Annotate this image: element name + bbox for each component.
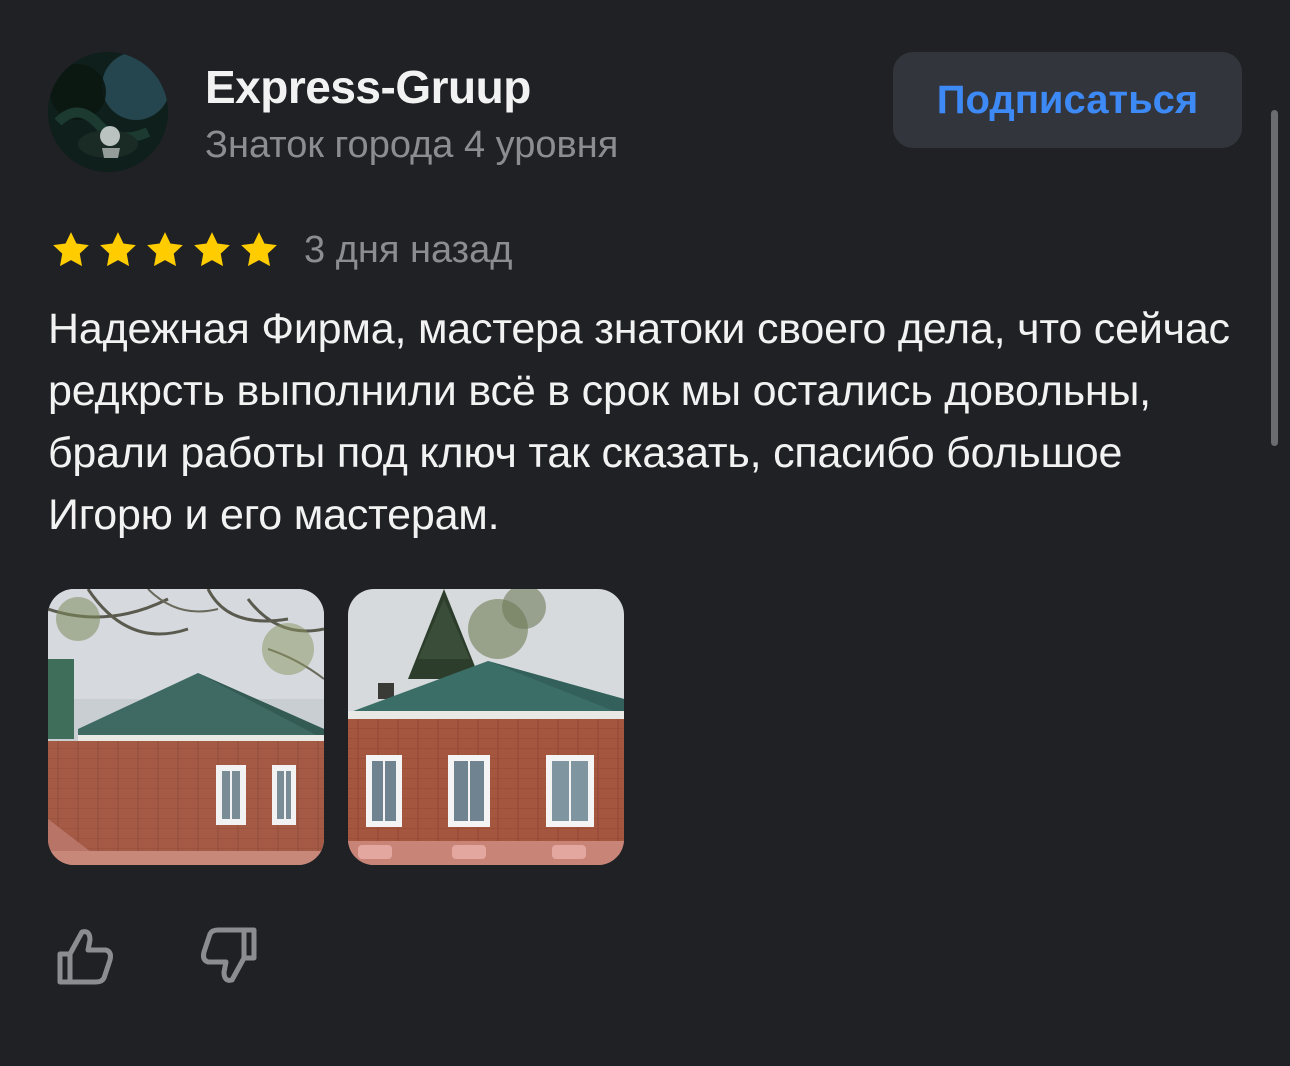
like-button[interactable] (48, 920, 120, 992)
house-photo (48, 589, 324, 865)
star-icon (241, 232, 277, 267)
review-photo[interactable] (348, 589, 624, 865)
dislike-button[interactable] (194, 920, 266, 992)
star-icon (53, 232, 89, 267)
scrollbar[interactable] (1271, 110, 1278, 446)
star-icon (194, 232, 230, 267)
author-avatar[interactable] (48, 52, 168, 172)
thumbs-down-icon (201, 927, 257, 983)
review-text: Надежная Фирма, мастера знатоки своего д… (48, 305, 1230, 539)
review-photo[interactable] (48, 589, 324, 865)
star-icon (147, 232, 183, 267)
star-rating (50, 229, 280, 271)
author-name[interactable]: Express-Gruup (205, 60, 531, 114)
author-level: Знаток города 4 уровня (205, 124, 619, 166)
thumbs-up-icon (57, 929, 113, 985)
avatar-image (48, 52, 168, 172)
rating-row: 3 дня назад (50, 224, 512, 276)
star-icon (100, 232, 136, 267)
review-date: 3 дня назад (304, 228, 513, 271)
subscribe-button[interactable]: Подписаться (893, 52, 1242, 148)
review-card: Express-Gruup Знаток города 4 уровня Под… (0, 0, 1290, 1066)
house-photo (348, 589, 624, 865)
